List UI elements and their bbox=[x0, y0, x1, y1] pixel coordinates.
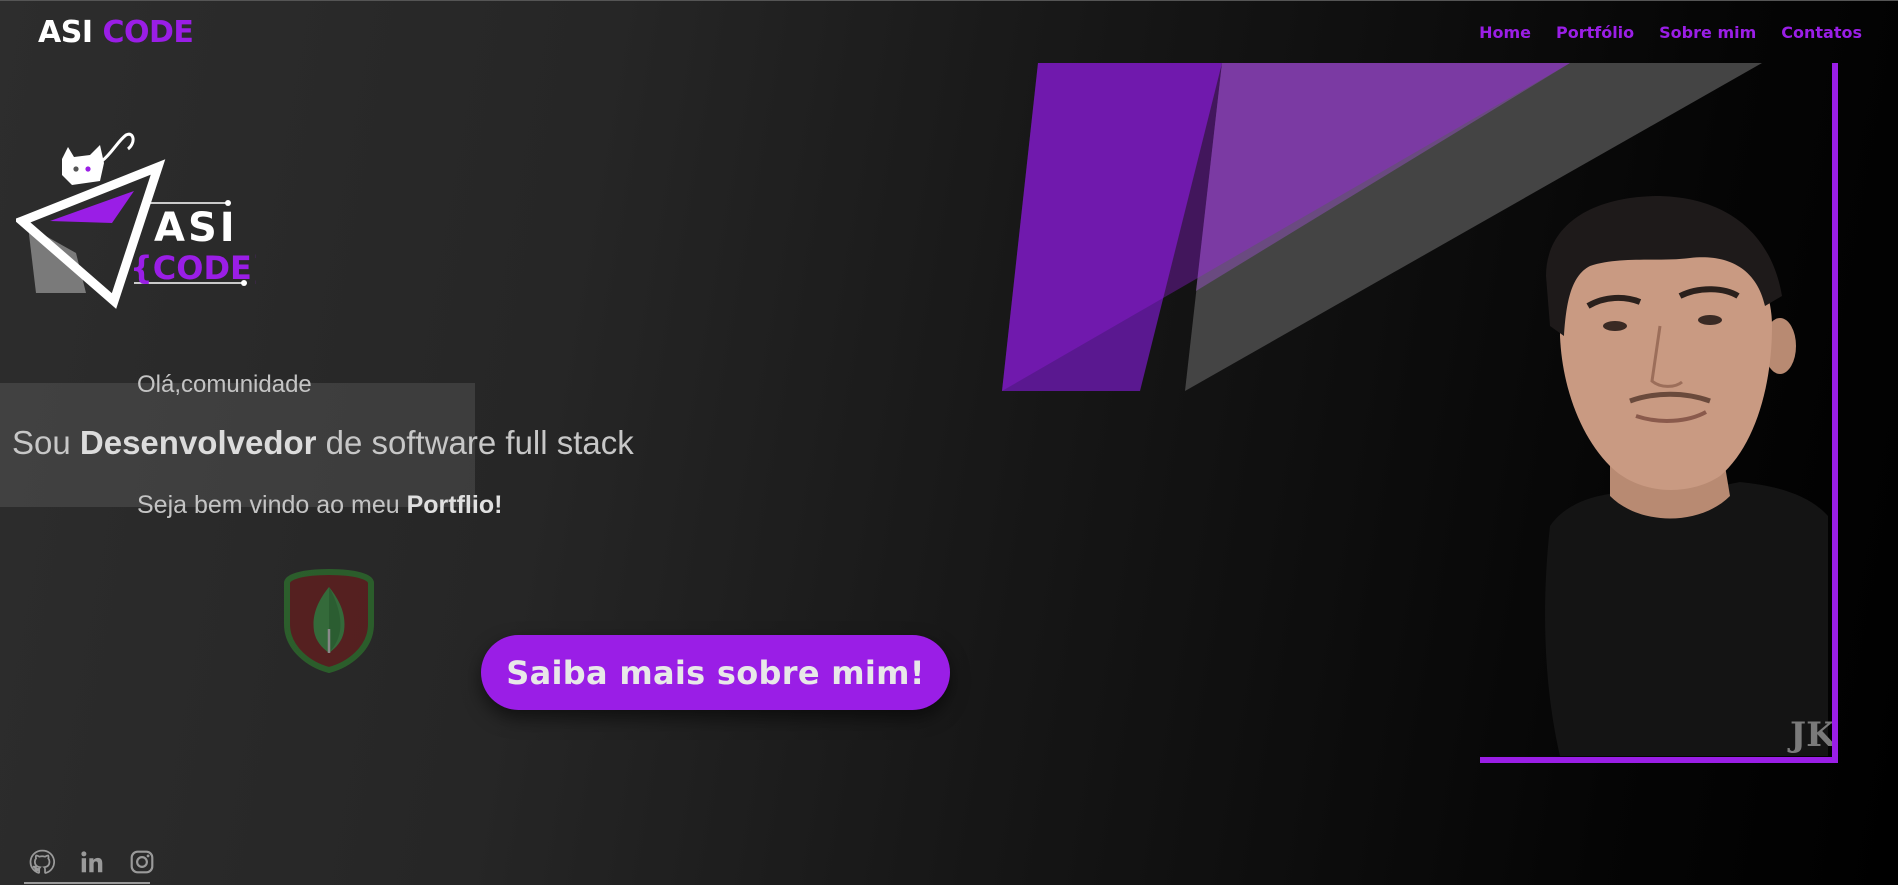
logo-text-code: {CODE} bbox=[130, 249, 256, 287]
photo-watermark: JK bbox=[1787, 715, 1832, 755]
page: ASI CODE Home Portfólio Sobre mim Contat… bbox=[0, 0, 1898, 885]
social-underline bbox=[24, 882, 150, 884]
github-icon bbox=[29, 849, 55, 874]
headline-bold: Desenvolvedor bbox=[79, 424, 317, 461]
social-links bbox=[24, 847, 160, 877]
mongodb-icon bbox=[284, 569, 374, 673]
welcome-prefix: Seja bem vindo ao meu bbox=[137, 491, 407, 519]
hero-headline: Sou Desenvolvedor de software full stack bbox=[12, 424, 634, 462]
linkedin-icon bbox=[81, 851, 103, 873]
nav-home[interactable]: Home bbox=[1479, 23, 1531, 42]
brand-logo[interactable]: ASI CODE bbox=[38, 14, 194, 50]
asi-code-logo: ASI {CODE} bbox=[16, 132, 256, 309]
profile-photo: JK bbox=[1545, 196, 1832, 756]
nav-contatos[interactable]: Contatos bbox=[1781, 23, 1862, 42]
hero-greeting: Olá,comunidade bbox=[137, 371, 312, 398]
headline-prefix: Sou bbox=[12, 424, 80, 461]
linkedin-link[interactable] bbox=[74, 847, 110, 877]
nav-sobre-mim[interactable]: Sobre mim bbox=[1659, 23, 1756, 42]
logo-text-asi: ASI bbox=[154, 205, 238, 251]
brand-part-2: CODE bbox=[102, 14, 194, 50]
nav-portfolio[interactable]: Portfólio bbox=[1556, 23, 1634, 42]
main-nav: Home Portfólio Sobre mim Contatos bbox=[1479, 23, 1862, 42]
hero-welcome: Seja bem vindo ao meu Portflio! bbox=[137, 491, 502, 520]
headline-suffix: de software full stack bbox=[316, 424, 634, 461]
brand-part-1: ASI bbox=[38, 14, 93, 50]
saiba-mais-button[interactable]: Saiba mais sobre mim! bbox=[481, 635, 950, 710]
instagram-icon bbox=[130, 850, 154, 874]
instagram-link[interactable] bbox=[124, 847, 160, 877]
welcome-bold: Portflio! bbox=[406, 491, 503, 519]
github-link[interactable] bbox=[24, 847, 60, 877]
header: ASI CODE Home Portfólio Sobre mim Contat… bbox=[0, 1, 1898, 63]
